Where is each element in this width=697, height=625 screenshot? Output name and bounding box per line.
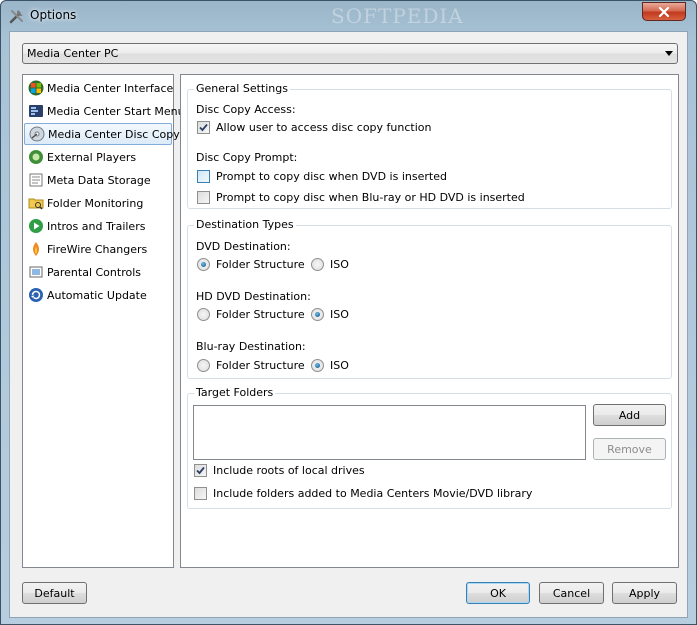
checkbox-label: Allow user to access disc copy function — [216, 121, 432, 134]
group-title: Destination Types — [194, 218, 296, 231]
dialog-body: Media Center PC Media Center Interface M… — [9, 31, 688, 618]
title-bar[interactable]: Options SOFTPEDIA — [1, 1, 696, 31]
radio-label: ISO — [330, 258, 349, 271]
hddvd-destination-label: HD DVD Destination: — [196, 290, 311, 303]
window-title: Options — [30, 8, 77, 22]
play-icon — [29, 219, 43, 233]
radio-dot — [315, 312, 320, 317]
check-icon — [199, 123, 208, 132]
nav-item-label: FireWire Changers — [47, 242, 148, 256]
radio-circle — [311, 308, 324, 321]
general-settings-group: General Settings Disc Copy Access: Allow… — [187, 82, 672, 209]
nav-item-label: External Players — [47, 150, 137, 164]
hddvd-folder-structure-radio[interactable]: Folder Structure — [197, 308, 305, 321]
nav-item-label: Meta Data Storage — [47, 173, 151, 187]
nav-item-external-players[interactable]: External Players — [24, 146, 172, 168]
metadata-icon — [29, 173, 43, 187]
checkbox-box — [194, 487, 207, 500]
start-menu-icon — [29, 105, 43, 117]
group-title: Target Folders — [194, 386, 276, 399]
dvd-iso-radio[interactable]: ISO — [311, 258, 349, 271]
target-folders-list[interactable] — [193, 405, 586, 460]
allow-access-checkbox[interactable]: Allow user to access disc copy function — [197, 121, 431, 134]
destination-types-group: Destination Types DVD Destination: Folde… — [187, 218, 672, 379]
close-icon — [658, 6, 670, 17]
windows-logo-icon — [28, 80, 44, 96]
nav-item-parental-controls[interactable]: Parental Controls — [24, 261, 172, 283]
profile-dropdown[interactable]: Media Center PC — [22, 43, 678, 64]
radio-label: ISO — [330, 359, 349, 372]
check-icon — [196, 466, 205, 475]
nav-item-label: Folder Monitoring — [47, 196, 144, 210]
chevron-down-icon — [665, 51, 673, 56]
radio-circle — [197, 308, 210, 321]
group-title: General Settings — [194, 82, 290, 95]
checkbox-label: Prompt to copy disc when DVD is inserted — [216, 170, 447, 183]
add-folder-button[interactable]: Add — [593, 404, 666, 426]
checkbox-box — [197, 191, 210, 204]
checkbox-box — [197, 121, 210, 134]
nav-item-automatic-update[interactable]: Automatic Update — [24, 284, 172, 306]
radio-circle — [311, 258, 324, 271]
nav-item-media-center-disc-copy[interactable]: Media Center Disc Copy — [24, 123, 180, 145]
options-nav: Media Center Interface Media Center Star… — [22, 74, 185, 568]
radio-label: Folder Structure — [216, 359, 305, 372]
nav-item-intros-and-trailers[interactable]: Intros and Trailers — [24, 215, 172, 237]
apply-button[interactable]: Apply — [612, 582, 677, 604]
folder-search-icon — [28, 198, 44, 210]
checkbox-label: Include folders added to Media Centers M… — [213, 487, 533, 500]
profile-dropdown-value: Media Center PC — [27, 47, 119, 60]
bluray-destination-label: Blu-ray Destination: — [196, 340, 306, 353]
watermark: SOFTPEDIA — [331, 4, 464, 28]
radio-circle — [197, 359, 210, 372]
checkbox-label: Include roots of local drives — [213, 464, 365, 477]
external-player-icon — [29, 150, 43, 164]
disc-copy-icon — [29, 126, 45, 142]
nav-item-label: Media Center Interface — [47, 81, 174, 95]
bluray-iso-radio[interactable]: ISO — [311, 359, 349, 372]
remove-folder-button[interactable]: Remove — [593, 438, 666, 460]
nav-item-label: Automatic Update — [47, 288, 147, 302]
radio-circle — [311, 359, 324, 372]
radio-label: ISO — [330, 308, 349, 321]
radio-dot — [315, 363, 320, 368]
tools-icon — [9, 10, 23, 24]
nav-item-firewire-changers[interactable]: FireWire Changers — [24, 238, 172, 260]
update-icon — [29, 288, 43, 302]
firewire-icon — [33, 242, 39, 256]
radio-label: Folder Structure — [216, 258, 305, 271]
settings-panel: General Settings Disc Copy Access: Allow… — [180, 74, 679, 568]
checkbox-box — [194, 464, 207, 477]
radio-dot — [201, 262, 206, 267]
checkbox-box — [197, 170, 210, 183]
nav-item-label: Intros and Trailers — [47, 219, 146, 233]
nav-item-media-center-start-menu[interactable]: Media Center Start Menu — [24, 100, 185, 122]
nav-item-label: Media Center Start Menu — [47, 104, 185, 118]
radio-label: Folder Structure — [216, 308, 305, 321]
nav-item-media-center-interface[interactable]: Media Center Interface — [24, 77, 174, 99]
prompt-dvd-checkbox[interactable]: Prompt to copy disc when DVD is inserted — [197, 170, 447, 183]
close-button[interactable] — [642, 2, 686, 21]
checkbox-label: Prompt to copy disc when Blu-ray or HD D… — [216, 191, 525, 204]
ok-button[interactable]: OK — [466, 582, 530, 604]
disc-copy-prompt-label: Disc Copy Prompt: — [196, 151, 298, 164]
nav-item-folder-monitoring[interactable]: Folder Monitoring — [24, 192, 172, 214]
parental-icon — [29, 266, 43, 278]
options-window: Options SOFTPEDIA Media Center PC Media … — [0, 0, 697, 625]
include-roots-checkbox[interactable]: Include roots of local drives — [194, 464, 365, 477]
cancel-button[interactable]: Cancel — [539, 582, 604, 604]
nav-item-label: Media Center Disc Copy — [48, 127, 180, 141]
default-button[interactable]: Default — [22, 582, 87, 604]
bluray-folder-structure-radio[interactable]: Folder Structure — [197, 359, 305, 372]
include-library-checkbox[interactable]: Include folders added to Media Centers M… — [194, 487, 532, 500]
nav-item-label: Parental Controls — [47, 265, 141, 279]
nav-item-meta-data-storage[interactable]: Meta Data Storage — [24, 169, 172, 191]
disc-copy-access-label: Disc Copy Access: — [196, 103, 296, 116]
dvd-destination-label: DVD Destination: — [196, 240, 291, 253]
prompt-bluray-checkbox[interactable]: Prompt to copy disc when Blu-ray or HD D… — [197, 191, 525, 204]
hddvd-iso-radio[interactable]: ISO — [311, 308, 349, 321]
dvd-folder-structure-radio[interactable]: Folder Structure — [197, 258, 305, 271]
radio-circle — [197, 258, 210, 271]
